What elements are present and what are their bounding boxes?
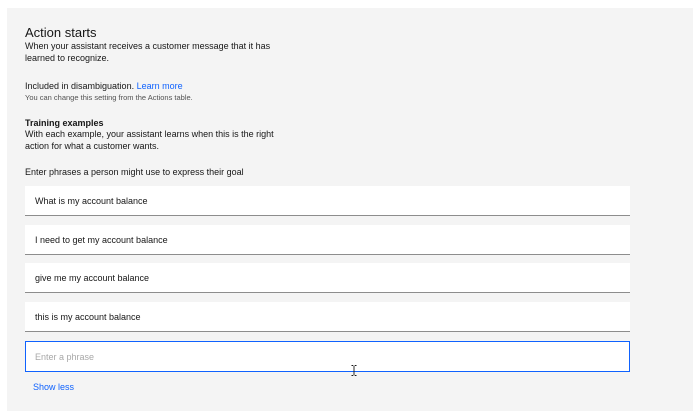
- training-example-field[interactable]: this is my account balance: [25, 302, 630, 332]
- text-cursor-icon: [351, 365, 357, 376]
- new-phrase-input[interactable]: [25, 341, 630, 372]
- training-example-field[interactable]: I need to get my account balance: [25, 225, 630, 255]
- disambiguation-line: Included in disambiguation. Learn more: [25, 81, 183, 92]
- training-examples-description: With each example, your assistant learns…: [25, 129, 274, 151]
- disambiguation-text: Included in disambiguation.: [25, 81, 135, 91]
- show-less-link[interactable]: Show less: [33, 382, 74, 392]
- disambiguation-helper-text: You can change this setting from the Act…: [25, 93, 193, 102]
- training-examples-heading: Training examples: [25, 118, 104, 128]
- section-description: When your assistant receives a customer …: [25, 41, 271, 63]
- phrase-prompt-label: Enter phrases a person might use to expr…: [25, 167, 244, 177]
- learn-more-link[interactable]: Learn more: [137, 81, 183, 91]
- section-title: Action starts: [25, 25, 97, 40]
- training-example-field[interactable]: What is my account balance: [25, 186, 630, 216]
- training-example-field[interactable]: give me my account balance: [25, 263, 630, 293]
- action-starts-panel: Action starts When your assistant receiv…: [7, 8, 693, 411]
